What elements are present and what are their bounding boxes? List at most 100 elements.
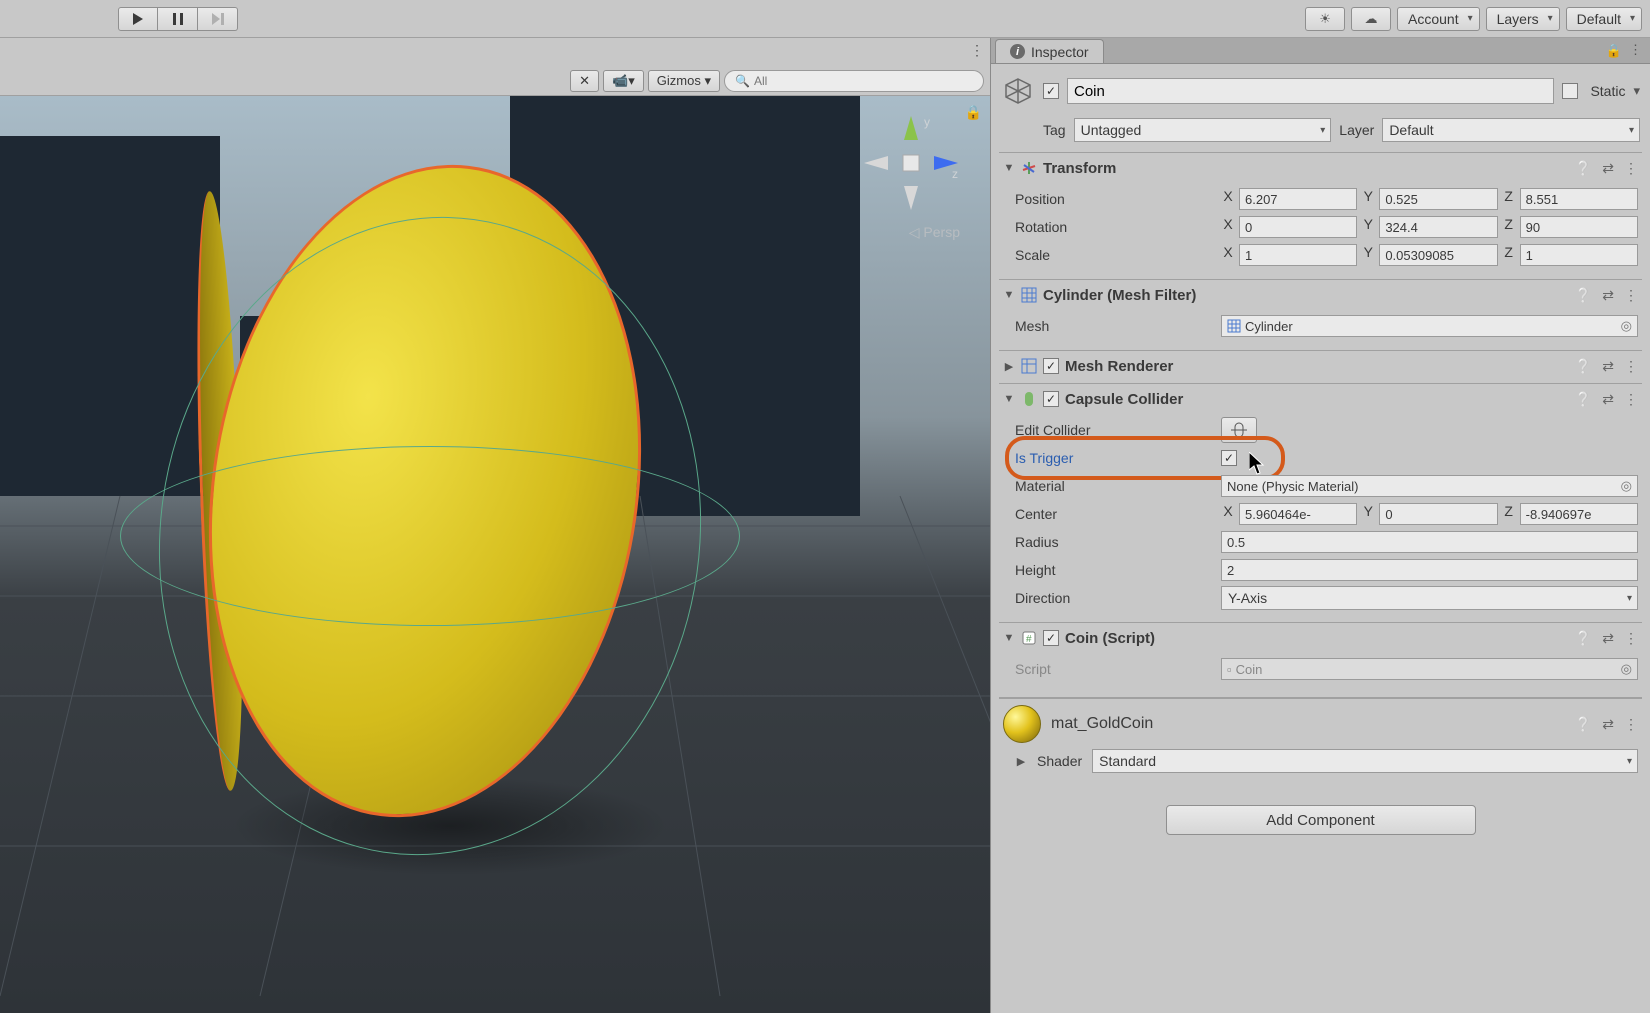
camera-icon-button[interactable]: 📹▾ xyxy=(603,70,644,92)
inspector-tab[interactable]: iInspector xyxy=(995,39,1104,63)
layer-label: Layer xyxy=(1339,122,1374,138)
radius-input[interactable]: 0.5 xyxy=(1221,531,1638,553)
script-enable-checkbox[interactable] xyxy=(1043,630,1059,646)
svg-text:y: y xyxy=(924,115,930,129)
scene-search-input[interactable]: 🔍 All xyxy=(724,70,984,92)
position-x-input[interactable]: 6.207 xyxy=(1239,188,1357,210)
panel-menu-icon[interactable]: ⋮ xyxy=(1629,42,1642,58)
lock-icon[interactable]: 🔒 xyxy=(965,104,982,121)
tag-label: Tag xyxy=(1043,122,1066,138)
direction-dropdown[interactable]: Y-Axis xyxy=(1221,586,1638,610)
static-label: Static xyxy=(1590,83,1625,99)
capsule-enable-checkbox[interactable] xyxy=(1043,391,1059,407)
position-label: Position xyxy=(1015,191,1215,207)
is-trigger-checkbox[interactable] xyxy=(1221,450,1237,466)
height-label: Height xyxy=(1015,562,1215,578)
lock-icon[interactable]: 🔒 xyxy=(1606,43,1622,59)
center-label: Center xyxy=(1015,506,1215,522)
is-trigger-label: Is Trigger xyxy=(1015,450,1215,466)
play-button[interactable] xyxy=(118,7,158,31)
center-x-input[interactable]: 5.960464e- xyxy=(1239,503,1357,525)
cloud-icon-button[interactable]: ☁ xyxy=(1351,7,1391,31)
help-icon[interactable]: ❔ xyxy=(1575,287,1592,304)
material-preview-icon[interactable] xyxy=(1003,705,1041,743)
gameobject-active-checkbox[interactable] xyxy=(1043,83,1059,99)
preset-icon[interactable]: ⇄ xyxy=(1602,391,1614,408)
preset-icon[interactable]: ⇄ xyxy=(1602,630,1614,647)
help-icon[interactable]: ❔ xyxy=(1575,358,1592,375)
transform-header[interactable]: ▼ Transform ❔⇄⋮ xyxy=(999,153,1642,183)
radius-label: Radius xyxy=(1015,534,1215,550)
capsule-collider-header[interactable]: ▼ Capsule Collider ❔⇄⋮ xyxy=(999,384,1642,414)
gameobject-name-input[interactable] xyxy=(1067,78,1554,104)
position-y-input[interactable]: 0.525 xyxy=(1379,188,1497,210)
persp-label[interactable]: ◁ Persp xyxy=(909,224,960,241)
gizmos-dropdown[interactable]: Gizmos ▾ xyxy=(648,70,720,92)
help-icon[interactable]: ❔ xyxy=(1575,391,1592,408)
edit-collider-button[interactable] xyxy=(1221,417,1257,443)
menu-icon[interactable]: ⋮ xyxy=(1624,630,1638,647)
position-z-input[interactable]: 8.551 xyxy=(1520,188,1638,210)
svg-text:#: # xyxy=(1026,634,1032,645)
preset-icon[interactable]: ⇄ xyxy=(1602,160,1614,177)
coin-script-header[interactable]: ▼ # Coin (Script) ❔⇄⋮ xyxy=(999,623,1642,653)
rotation-label: Rotation xyxy=(1015,219,1215,235)
preset-icon[interactable]: ⇄ xyxy=(1602,358,1614,375)
preset-icon[interactable]: ⇄ xyxy=(1602,716,1614,733)
menu-icon[interactable]: ⋮ xyxy=(1624,287,1638,304)
meshrenderer-enable-checkbox[interactable] xyxy=(1043,358,1059,374)
tools-icon-button[interactable]: ✕ xyxy=(570,70,599,92)
mesh-label: Mesh xyxy=(1015,318,1215,334)
help-icon[interactable]: ❔ xyxy=(1575,716,1592,733)
scene-toolbar: ✕ 📹▾ Gizmos ▾ 🔍 All xyxy=(0,66,990,96)
orientation-gizmo[interactable]: y z xyxy=(856,108,966,218)
layer-dropdown[interactable]: Default xyxy=(1382,118,1640,142)
mesh-field[interactable]: Cylinder xyxy=(1221,315,1638,337)
gameobject-icon[interactable] xyxy=(1001,74,1035,108)
meshrenderer-header[interactable]: ▶ Mesh Renderer ❔⇄⋮ xyxy=(999,351,1642,381)
layout-dropdown[interactable]: Default xyxy=(1566,7,1642,31)
preset-icon[interactable]: ⇄ xyxy=(1602,287,1614,304)
physic-material-label: Material xyxy=(1015,478,1215,494)
rotation-x-input[interactable]: 0 xyxy=(1239,216,1357,238)
meshfilter-header[interactable]: ▼ Cylinder (Mesh Filter) ❔⇄⋮ xyxy=(999,280,1642,310)
shader-dropdown[interactable]: Standard xyxy=(1092,749,1638,773)
edit-collider-label: Edit Collider xyxy=(1015,422,1215,438)
scale-x-input[interactable]: 1 xyxy=(1239,244,1357,266)
layers-dropdown[interactable]: Layers xyxy=(1486,7,1560,31)
panel-menu-icon[interactable]: ⋮ xyxy=(970,42,984,59)
material-name: mat_GoldCoin xyxy=(1051,715,1153,733)
step-button[interactable] xyxy=(198,7,238,31)
play-controls xyxy=(118,7,238,31)
static-checkbox[interactable] xyxy=(1562,83,1578,99)
rotation-z-input[interactable]: 90 xyxy=(1520,216,1638,238)
add-component-button[interactable]: Add Component xyxy=(1166,805,1476,835)
menu-icon[interactable]: ⋮ xyxy=(1624,160,1638,177)
help-icon[interactable]: ❔ xyxy=(1575,630,1592,647)
material-foldout[interactable]: ▶ xyxy=(1015,755,1027,768)
scene-viewport[interactable]: y z ◁ Persp 🔒 xyxy=(0,96,990,1013)
script-field: ▫Coin xyxy=(1221,658,1638,680)
help-icon[interactable]: ❔ xyxy=(1575,160,1592,177)
account-dropdown[interactable]: Account xyxy=(1397,7,1480,31)
direction-label: Direction xyxy=(1015,590,1215,606)
scale-y-input[interactable]: 0.05309085 xyxy=(1379,244,1497,266)
menu-icon[interactable]: ⋮ xyxy=(1624,716,1638,733)
collab-icon-button[interactable]: ☀ xyxy=(1305,7,1345,31)
pause-button[interactable] xyxy=(158,7,198,31)
menu-icon[interactable]: ⋮ xyxy=(1624,391,1638,408)
center-z-input[interactable]: -8.940697e xyxy=(1520,503,1638,525)
scene-panel: ⋮ ✕ 📹▾ Gizmos ▾ 🔍 All xyxy=(0,38,990,1013)
script-label: Script xyxy=(1015,661,1215,677)
height-input[interactable]: 2 xyxy=(1221,559,1638,581)
rotation-y-input[interactable]: 324.4 xyxy=(1379,216,1497,238)
top-toolbar: ☀ ☁ Account Layers Default xyxy=(0,0,1650,38)
tag-dropdown[interactable]: Untagged xyxy=(1074,118,1332,142)
center-y-input[interactable]: 0 xyxy=(1379,503,1497,525)
cursor-icon xyxy=(1249,452,1267,476)
physic-material-field[interactable]: None (Physic Material) xyxy=(1221,475,1638,497)
menu-icon[interactable]: ⋮ xyxy=(1624,358,1638,375)
scale-label: Scale xyxy=(1015,247,1215,263)
scale-z-input[interactable]: 1 xyxy=(1520,244,1638,266)
svg-text:z: z xyxy=(952,167,958,181)
